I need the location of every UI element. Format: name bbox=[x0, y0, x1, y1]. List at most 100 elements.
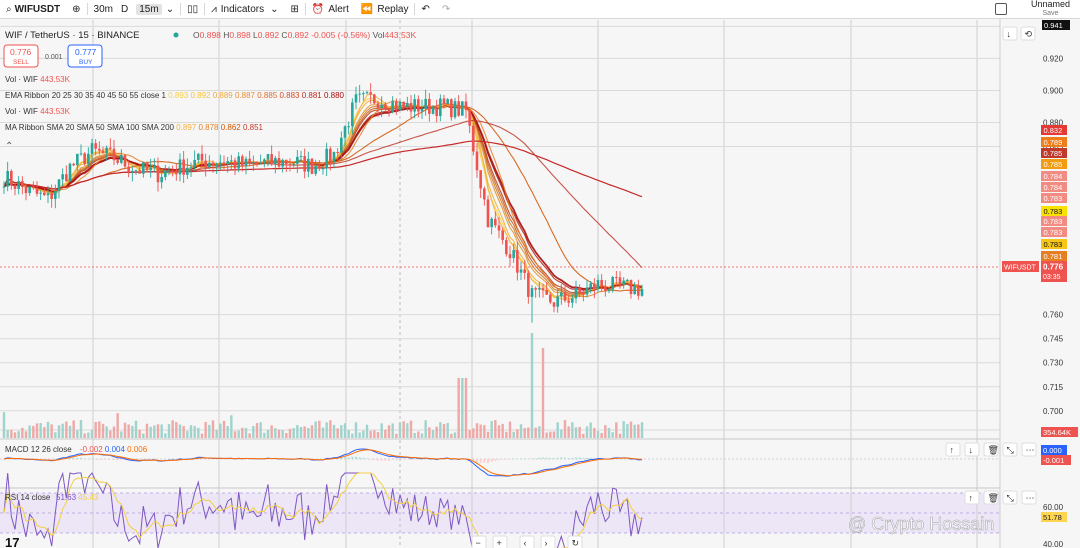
macd-hist bbox=[545, 457, 548, 459]
interval-d[interactable]: D bbox=[119, 0, 130, 18]
volume-bar bbox=[384, 429, 387, 438]
chart-type-button[interactable]: ▯▯ bbox=[181, 0, 204, 18]
candle-body bbox=[424, 98, 427, 109]
candle-body bbox=[343, 126, 347, 138]
volume-key: Vol bbox=[373, 30, 385, 40]
candle-body bbox=[365, 92, 369, 94]
alert-button[interactable]: ⏰ Alert bbox=[306, 0, 355, 18]
candle-body bbox=[226, 161, 229, 165]
volume-bar bbox=[200, 433, 204, 438]
undo-button[interactable]: ↶ bbox=[415, 0, 435, 18]
scroll-right-button[interactable] bbox=[540, 535, 556, 548]
candle-body bbox=[461, 101, 464, 116]
macd-hist bbox=[72, 457, 75, 459]
volume-bar bbox=[479, 424, 482, 438]
volume-bar bbox=[336, 428, 339, 438]
layout-menu[interactable]: Unnamed Save bbox=[989, 0, 1080, 18]
macd-hist bbox=[575, 457, 577, 459]
volume-bar bbox=[109, 430, 112, 438]
macd-hist bbox=[498, 459, 500, 460]
volume-bar bbox=[274, 428, 277, 438]
macd-hist bbox=[582, 457, 585, 459]
compare-button[interactable]: ⊕ bbox=[66, 0, 86, 18]
macd-hist bbox=[157, 459, 159, 460]
volume-bar bbox=[626, 423, 629, 438]
macd-hist bbox=[556, 457, 559, 459]
interval-30m[interactable]: 30m bbox=[88, 0, 119, 18]
candle-body bbox=[376, 103, 380, 108]
replay-label: Replay bbox=[377, 3, 409, 15]
rsi-axis-label: 51.78 bbox=[1043, 513, 1062, 522]
candle-body bbox=[285, 159, 288, 165]
volume-bar bbox=[116, 413, 119, 438]
volume-bar bbox=[21, 427, 24, 438]
macd-hist bbox=[388, 459, 390, 461]
macd-hist bbox=[538, 457, 541, 459]
candle-body bbox=[252, 162, 255, 164]
macd-hist bbox=[542, 457, 544, 459]
macd-hist bbox=[109, 459, 112, 460]
volume-bar bbox=[391, 423, 394, 438]
top-toolbar: ⌕ WIFUSDT ⊕ 30m D 15m ⌄ ▯▯ ⩘ Indicators ⌄ ⊞ … bbox=[0, 0, 1080, 19]
macd-hist bbox=[226, 459, 229, 460]
macd-hist bbox=[91, 458, 93, 459]
volume-bar bbox=[439, 422, 442, 438]
volume-bar bbox=[618, 433, 622, 438]
volume-bar bbox=[237, 430, 240, 438]
volume-bar bbox=[76, 429, 79, 438]
candle-body bbox=[373, 94, 376, 104]
indicator-legend: EMA Ribbon 20 25 30 35 40 45 50 55 close… bbox=[5, 91, 345, 100]
volume-bar bbox=[450, 433, 453, 438]
candle-body bbox=[453, 101, 457, 118]
price-marker-label: 0.789 bbox=[1044, 138, 1063, 147]
macd-hist bbox=[399, 459, 401, 460]
candle-body bbox=[241, 156, 244, 166]
macd-hist bbox=[494, 459, 497, 461]
volume-bar bbox=[252, 426, 255, 438]
candles-icon: ▯▯ bbox=[187, 3, 199, 15]
volume-bar bbox=[105, 426, 108, 438]
volume-bar bbox=[508, 421, 512, 438]
layouts-button[interactable]: ⊞ bbox=[284, 0, 304, 18]
candle-body bbox=[189, 167, 193, 169]
sell-price: 0.776 bbox=[10, 47, 32, 57]
volume-bar bbox=[516, 429, 519, 438]
replay-button[interactable]: ⏪ Replay bbox=[355, 0, 415, 18]
legend-value: 0.883 bbox=[279, 91, 301, 100]
rsi-pane-delete-button-glyph: 🗑 bbox=[988, 493, 999, 503]
macd-hist bbox=[76, 457, 79, 459]
macd-legend: MACD 12 26 close bbox=[5, 445, 72, 454]
candle-body bbox=[582, 292, 585, 295]
symbol-search[interactable]: ⌕ WIFUSDT bbox=[0, 0, 66, 18]
candle-body bbox=[211, 162, 215, 166]
volume-bar bbox=[145, 423, 149, 438]
candle-body bbox=[380, 104, 383, 108]
candle-body bbox=[292, 163, 295, 165]
candle-body bbox=[46, 193, 50, 196]
scroll-right-button-glyph: › bbox=[545, 538, 548, 548]
macd-value: -0.002 bbox=[80, 445, 105, 454]
redo-button[interactable]: ↷ bbox=[436, 0, 456, 18]
volume-bar bbox=[549, 431, 552, 438]
indicator-legend: MA Ribbon SMA 20 SMA 50 SMA 100 SMA 200 … bbox=[5, 123, 264, 132]
interval-15m[interactable]: 15m ⌄ bbox=[130, 0, 180, 18]
chart-canvas[interactable]: 0.9400.9200.9000.8800.8650.7600.7450.730… bbox=[0, 19, 1080, 548]
volume-bar bbox=[497, 425, 501, 438]
alert-label: Alert bbox=[328, 3, 349, 15]
buy-label: BUY bbox=[79, 59, 93, 66]
scroll-left-button[interactable] bbox=[519, 535, 535, 548]
macd-hist bbox=[223, 459, 225, 460]
macd-pane-more-button-glyph: ⋯ bbox=[1026, 445, 1035, 455]
volume-bar bbox=[13, 432, 17, 438]
volume-bar bbox=[585, 426, 589, 438]
indicators-button[interactable]: ⩘ Indicators ⌄ bbox=[205, 0, 284, 18]
macd-hist bbox=[505, 459, 508, 460]
macd-hist bbox=[406, 459, 409, 460]
volume-bar bbox=[112, 426, 116, 438]
volume-bar bbox=[241, 427, 244, 438]
candle-body bbox=[43, 192, 46, 196]
price-marker-label: 0.783 bbox=[1044, 240, 1063, 249]
volume-bar bbox=[72, 420, 75, 438]
macd-pane-down-button-glyph: ↓ bbox=[969, 445, 974, 455]
volume-bar bbox=[101, 423, 105, 438]
